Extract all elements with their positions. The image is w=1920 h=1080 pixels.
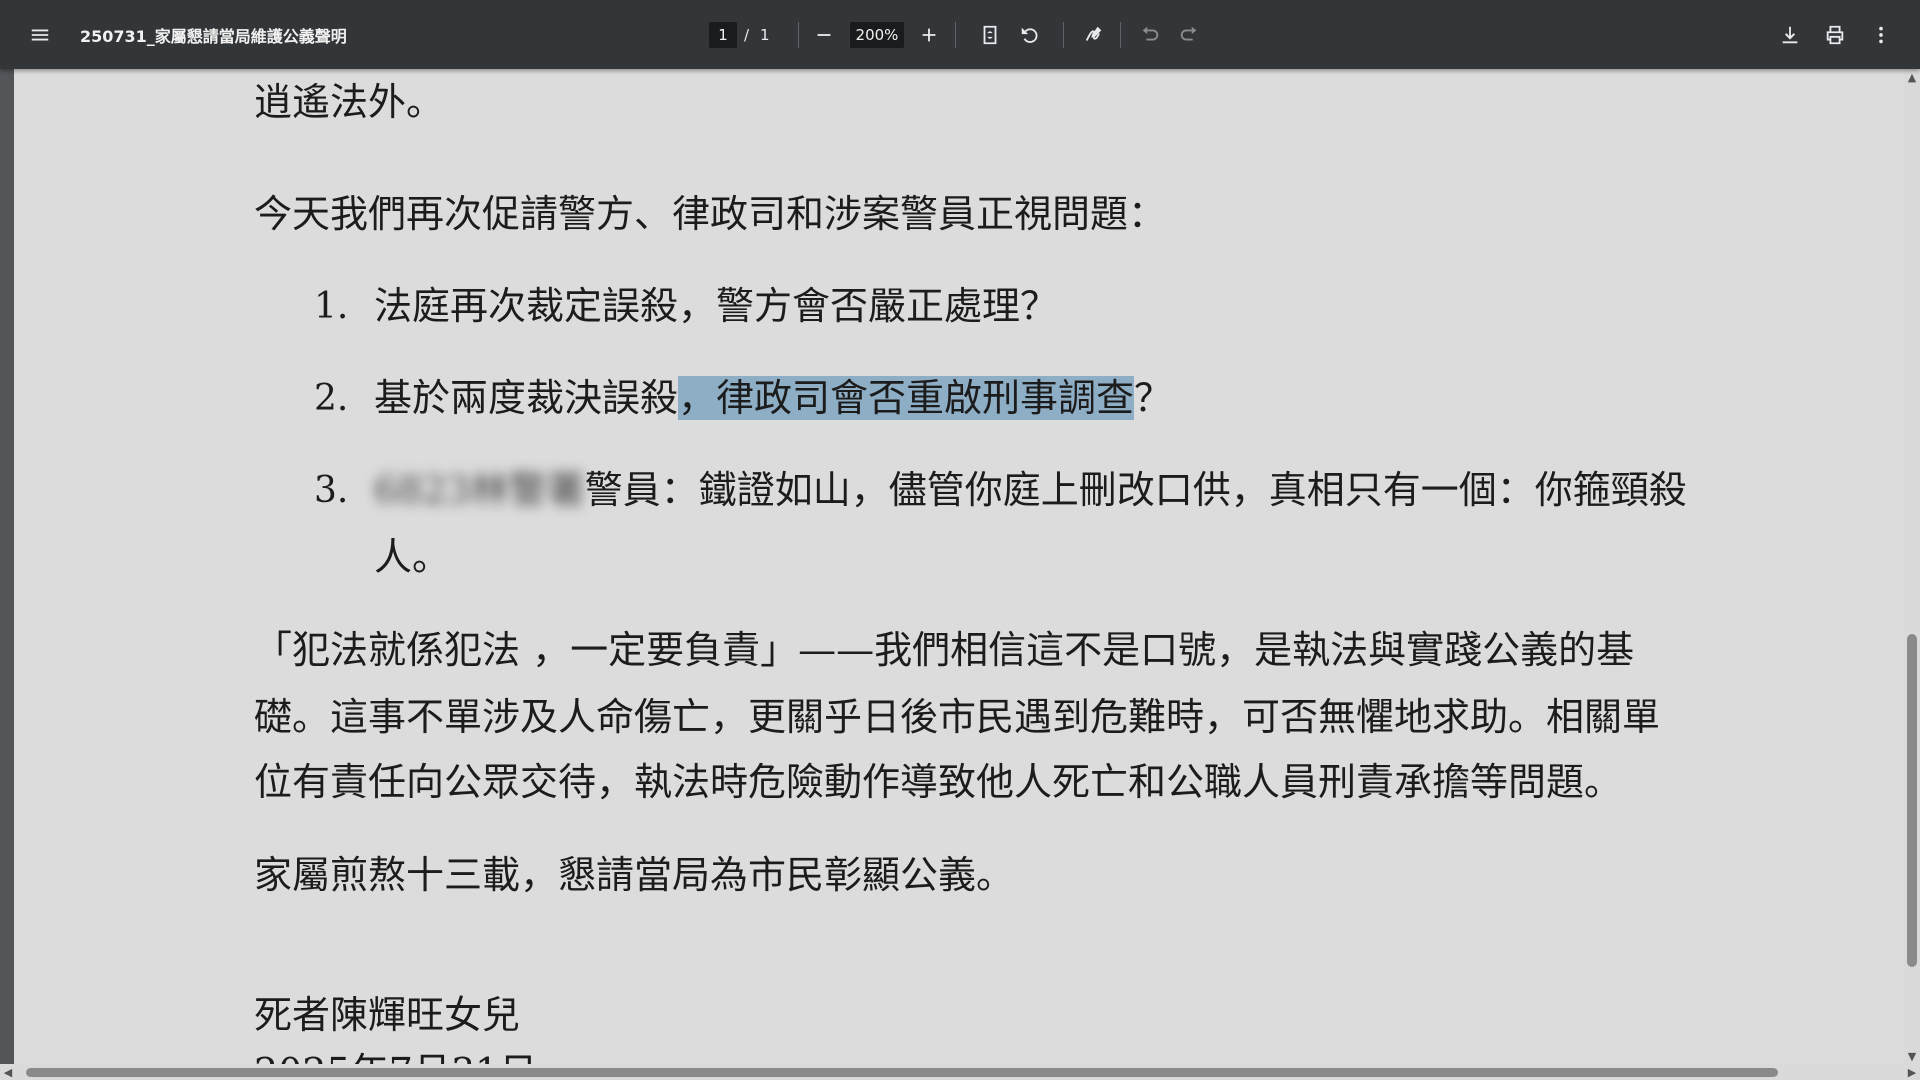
pdf-toolbar: 250731_家屬懇請當局維護公義聲明 1 / 1 200% bbox=[0, 0, 1920, 69]
paragraph-line-2: 礎。這事不單涉及人命傷亡，更關乎日後市民遇到危難時，可否無懼地求助。相關單 bbox=[254, 695, 1661, 739]
document-body: 逍遙法外。 今天我們再次促請警方、律政司和涉案警員正視問題： 1. 法庭再次裁定… bbox=[14, 69, 1912, 1080]
toolbar-divider bbox=[1120, 21, 1121, 48]
list-item-3-cont: 人。 bbox=[374, 535, 451, 579]
annotate-pen-icon[interactable] bbox=[1074, 15, 1114, 55]
pdf-viewer[interactable]: 逍遙法外。 今天我們再次促請警方、律政司和涉案警員正視問題： 1. 法庭再次裁定… bbox=[0, 69, 1920, 1080]
undo-icon[interactable] bbox=[1130, 15, 1170, 55]
list-item-3: 6823林警署警員：鐵證如山，儘管你庭上刪改口供，真相只有一個：你箍頸殺 bbox=[374, 457, 1687, 524]
scroll-up-arrow-icon[interactable]: ▲ bbox=[1904, 69, 1920, 85]
pdf-page: 逍遙法外。 今天我們再次促請警方、律政司和涉案警員正視問題： 1. 法庭再次裁定… bbox=[14, 69, 1912, 1080]
more-vert-icon[interactable] bbox=[1861, 15, 1901, 55]
intro-text: 今天我們再次促請警方、律政司和涉案警員正視問題： bbox=[254, 192, 1167, 236]
rotate-icon[interactable] bbox=[1010, 15, 1050, 55]
toolbar-divider bbox=[1063, 21, 1064, 48]
redacted-text: 6823林警署 bbox=[374, 468, 585, 512]
zoom-out-icon[interactable] bbox=[804, 15, 844, 55]
list-item-2-end: ？ bbox=[1134, 376, 1173, 420]
document-title: 250731_家屬懇請當局維護公義聲明 bbox=[80, 26, 347, 46]
horizontal-scroll-thumb[interactable] bbox=[26, 1068, 1778, 1077]
menu-icon[interactable] bbox=[20, 15, 60, 55]
text-line-top: 逍遙法外。 bbox=[254, 80, 445, 124]
download-icon[interactable] bbox=[1770, 15, 1810, 55]
horizontal-scrollbar[interactable]: ◀ ▶ bbox=[0, 1064, 1920, 1080]
page-separator: / bbox=[744, 25, 750, 44]
list-item-2: 基於兩度裁決誤殺，律政司會否重啟刑事調查？ bbox=[374, 365, 1172, 432]
print-icon[interactable] bbox=[1815, 15, 1855, 55]
text-selection-highlight[interactable]: ，律政司會否重啟刑事調查 bbox=[678, 376, 1135, 420]
list-item-3-text: 警員：鐵證如山，儘管你庭上刪改口供，真相只有一個：你箍頸殺 bbox=[584, 468, 1687, 512]
page-number-input[interactable]: 1 bbox=[709, 21, 737, 48]
list-number-1: 1. bbox=[314, 286, 349, 327]
redo-icon[interactable] bbox=[1169, 15, 1209, 55]
fit-page-icon[interactable] bbox=[970, 15, 1010, 55]
zoom-level-input[interactable]: 200% bbox=[850, 21, 904, 48]
vertical-scrollbar[interactable]: ▲ ▼ bbox=[1904, 69, 1920, 1064]
closing-text: 家屬煎熬十三載，懇請當局為市民彰顯公義。 bbox=[254, 853, 1015, 897]
scroll-down-arrow-icon[interactable]: ▼ bbox=[1904, 1048, 1920, 1064]
scroll-left-arrow-icon[interactable]: ◀ bbox=[0, 1064, 16, 1080]
toolbar-divider bbox=[798, 21, 799, 48]
list-item-2-text: 基於兩度裁決誤殺 bbox=[374, 376, 679, 420]
paragraph-line-1: 「犯法就係犯法 ，一定要負責」——我們相信這不是口號，是執法與實踐公義的基 bbox=[254, 628, 1635, 672]
list-number-2: 2. bbox=[314, 378, 349, 419]
scroll-right-arrow-icon[interactable]: ▶ bbox=[1904, 1064, 1920, 1080]
page-total: 1 bbox=[760, 25, 770, 44]
paragraph-line-3: 位有責任向公眾交待，執法時危險動作導致他人死亡和公職人員刑責承擔等問題。 bbox=[254, 760, 1623, 804]
list-item-1: 法庭再次裁定誤殺，警方會否嚴正處理？ bbox=[374, 284, 1059, 328]
toolbar-divider bbox=[955, 21, 956, 48]
vertical-scroll-thumb[interactable] bbox=[1907, 634, 1917, 967]
list-number-3: 3. bbox=[314, 470, 349, 511]
zoom-in-icon[interactable] bbox=[909, 15, 949, 55]
